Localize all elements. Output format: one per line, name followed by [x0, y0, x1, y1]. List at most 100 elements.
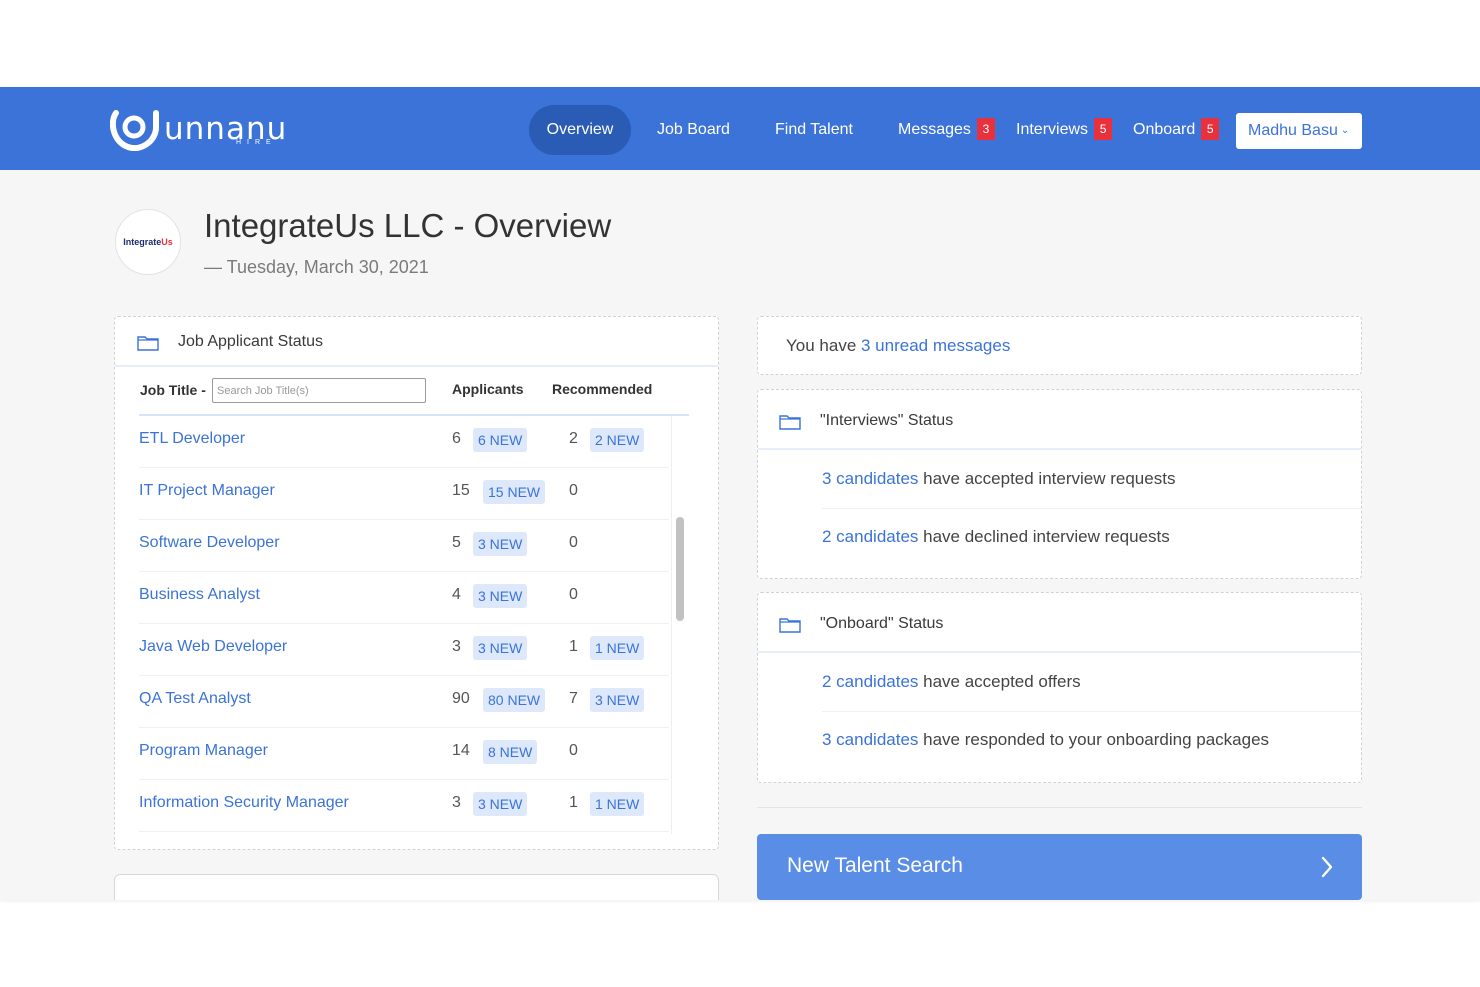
user-menu-button[interactable]: Madhu Basu ⌄ — [1236, 113, 1362, 149]
divider — [822, 711, 1361, 712]
page-title: IntegrateUs LLC - Overview — [204, 207, 612, 244]
folder-icon — [779, 415, 801, 430]
applicants-count: 14 — [452, 742, 470, 759]
table-row[interactable]: Java Web Developer 3 3 NEW 1 1 NEW — [139, 624, 669, 676]
recommended-count: 1 — [569, 638, 578, 655]
applicants-new-badge[interactable]: 3 NEW — [473, 584, 528, 608]
accepted-candidates-link[interactable]: 3 candidates — [822, 469, 918, 488]
unread-messages-prefix: You have — [786, 336, 861, 355]
card-header: "Interviews" Status — [758, 390, 1361, 450]
brand-logo[interactable]: unnanu HIRE — [110, 109, 286, 151]
job-title-link[interactable]: Information Security Manager — [139, 794, 349, 812]
recommended-count: 1 — [569, 794, 578, 811]
recommended-count: 0 — [569, 586, 578, 603]
job-title-link[interactable]: Program Manager — [139, 742, 268, 760]
table-row[interactable]: Information Security Manager 3 3 NEW 1 1… — [139, 780, 669, 832]
onboard-packages-line: 3 candidates have responded to your onbo… — [822, 730, 1269, 750]
nav-interviews-label: Interviews — [1016, 121, 1089, 138]
status-text: have declined interview requests — [918, 527, 1170, 546]
applicants-new-badge[interactable]: 8 NEW — [483, 740, 538, 764]
divider — [822, 508, 1361, 509]
table-row[interactable]: QA Test Analyst 90 80 NEW 7 3 NEW — [139, 676, 669, 728]
nav-find-talent[interactable]: Find Talent — [775, 105, 853, 155]
applicants-count: 15 — [452, 482, 470, 499]
table-row[interactable]: ETL Developer 6 6 NEW 2 2 NEW — [139, 416, 669, 468]
job-title-link[interactable]: Software Developer — [139, 534, 280, 552]
nav-overview-label: Overview — [546, 121, 614, 138]
applicants-count: 3 — [452, 794, 461, 811]
applicants-new-badge[interactable]: 3 NEW — [473, 636, 528, 660]
company-logo-text: Integrate — [123, 237, 162, 247]
nav-onboard-label: Onboard — [1133, 121, 1196, 138]
col-job-title: Job Title - — [140, 382, 206, 398]
unnanu-logo-icon — [110, 110, 159, 151]
next-card-peek — [114, 874, 719, 900]
nav-job-board[interactable]: Job Board — [657, 105, 730, 155]
recommended-count: 0 — [569, 534, 578, 551]
applicants-count: 3 — [452, 638, 461, 655]
folder-icon — [137, 336, 159, 351]
recommended-count: 0 — [569, 482, 578, 499]
job-title-link[interactable]: QA Test Analyst — [139, 690, 251, 708]
unread-messages-link[interactable]: 3 unread messages — [861, 336, 1010, 355]
offers-candidates-link[interactable]: 2 candidates — [822, 672, 918, 691]
job-title-link[interactable]: Business Analyst — [139, 586, 260, 604]
table-row[interactable]: Program Manager 14 8 NEW 0 — [139, 728, 669, 780]
new-talent-search-button[interactable]: New Talent Search — [757, 834, 1362, 900]
recommended-new-badge[interactable]: 2 NEW — [590, 428, 645, 452]
card-header: Job Applicant Status — [115, 317, 718, 367]
onboard-status-card: "Onboard" Status 2 candidates have accep… — [757, 592, 1362, 783]
chevron-down-icon: ⌄ — [1340, 125, 1350, 136]
col-applicants: Applicants — [452, 381, 524, 397]
brand-sub: HIRE — [236, 139, 277, 146]
nav-messages[interactable]: Messages 3 — [898, 105, 995, 155]
job-applicant-status-card: Job Applicant Status Job Title - Applica… — [114, 316, 719, 850]
job-title-search-input[interactable] — [212, 378, 426, 403]
job-title-link[interactable]: IT Project Manager — [139, 482, 275, 500]
card-title: "Onboard" Status — [820, 615, 944, 632]
applicants-new-badge[interactable]: 15 NEW — [483, 480, 546, 504]
nav-onboard[interactable]: Onboard 5 — [1133, 105, 1220, 155]
chevron-right-icon — [1321, 856, 1333, 878]
applicants-count: 5 — [452, 534, 461, 551]
nav-job-board-label: Job Board — [657, 121, 730, 138]
table-scrollbar[interactable] — [671, 416, 687, 834]
table-row[interactable]: Business Analyst 4 3 NEW 0 — [139, 572, 669, 624]
unread-messages-text: You have 3 unread messages — [786, 336, 1010, 356]
app-frame: unnanu HIRE Overview Job Board Find Tale… — [0, 87, 1480, 900]
messages-count-badge: 3 — [976, 117, 995, 140]
onboard-count-badge: 5 — [1201, 117, 1220, 140]
recommended-new-badge[interactable]: 1 NEW — [590, 636, 645, 660]
table-row[interactable]: IT Project Manager 15 15 NEW 0 — [139, 468, 669, 520]
new-talent-search-label: New Talent Search — [787, 854, 963, 877]
applicants-new-badge[interactable]: 6 NEW — [473, 428, 528, 452]
declined-candidates-link[interactable]: 2 candidates — [822, 527, 918, 546]
interviews-declined-line: 2 candidates have declined interview req… — [822, 527, 1170, 547]
applicants-new-badge[interactable]: 3 NEW — [473, 532, 528, 556]
interviews-count-badge: 5 — [1094, 117, 1113, 140]
card-header: "Onboard" Status — [758, 593, 1361, 653]
applicants-new-badge[interactable]: 3 NEW — [473, 792, 528, 816]
table-scrollbar-thumb[interactable] — [676, 517, 684, 621]
job-title-link[interactable]: Java Web Developer — [139, 638, 287, 656]
folder-icon — [779, 618, 801, 633]
interviews-status-card: "Interviews" Status 3 candidates have ac… — [757, 389, 1362, 579]
recommended-count: 0 — [569, 742, 578, 759]
nav-interviews[interactable]: Interviews 5 — [1016, 105, 1113, 155]
user-name: Madhu Basu — [1248, 122, 1338, 139]
recommended-new-badge[interactable]: 1 NEW — [590, 792, 645, 816]
recommended-new-badge[interactable]: 3 NEW — [590, 688, 645, 712]
page-date: — Tuesday, March 30, 2021 — [204, 257, 429, 277]
applicants-count: 4 — [452, 586, 461, 603]
applicants-count: 6 — [452, 430, 461, 447]
nav-find-talent-label: Find Talent — [775, 121, 853, 138]
table-row[interactable]: Software Developer 5 3 NEW 0 — [139, 520, 669, 572]
packages-candidates-link[interactable]: 3 candidates — [822, 730, 918, 749]
company-logo-text-accent: Us — [161, 237, 173, 247]
applicants-new-badge[interactable]: 80 NEW — [483, 688, 546, 712]
nav-overview[interactable]: Overview — [529, 105, 631, 155]
job-title-link[interactable]: ETL Developer — [139, 430, 245, 448]
recommended-count: 7 — [569, 690, 578, 707]
section-divider — [757, 807, 1362, 808]
applicants-count: 90 — [452, 690, 470, 707]
